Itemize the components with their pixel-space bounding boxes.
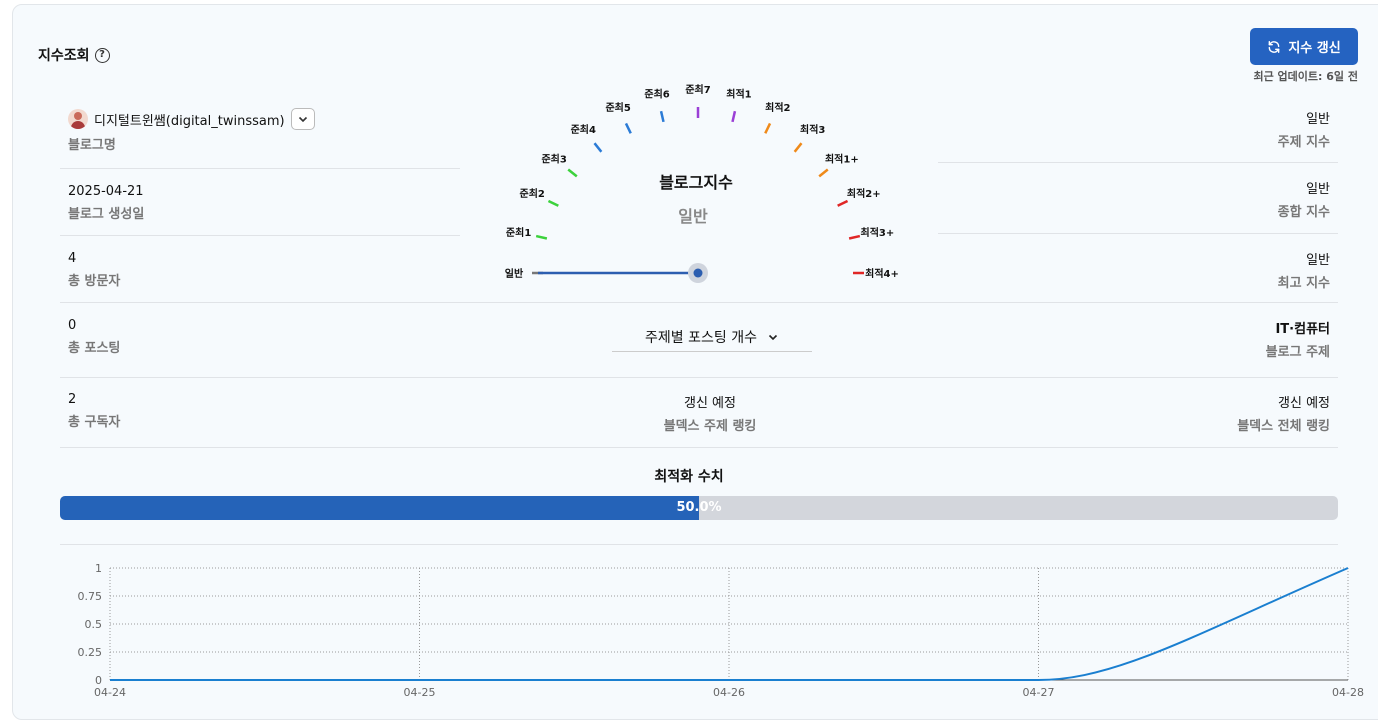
visitors-label: 총 방문자 [68,274,121,289]
gauge-hub [693,268,703,278]
x-tick-label: 04-24 [94,686,126,699]
visitors-value: 4 [68,251,77,266]
x-tick-label: 04-25 [404,686,436,699]
blog-name-label: 블로그명 [68,138,116,153]
gauge-tick [547,199,559,207]
gauge-level-label: 최적2+ [847,187,881,200]
divider [60,544,1338,545]
last-updated: 최근 업데이트: 6일 전 [1253,70,1358,83]
posts-value: 0 [68,318,77,333]
gauge-level-label: 최적3+ [861,226,895,239]
subscribers-stat: 2 총 구독자 [68,392,120,430]
overall-rank-label: 블덱스 전체 랭킹 [1237,419,1330,434]
blog-select-button[interactable] [290,108,315,130]
blog-topic-value: IT·컴퓨터 [1275,322,1330,337]
posts-stat: 0 총 포스팅 [68,318,120,356]
overall-rank-stat: 갱신 예정 블덱스 전체 랭킹 [1237,392,1330,434]
blog-name-stat: 디지털트윈쌤(digital_twinssam) 블로그명 [68,108,315,153]
topic-rank-stat: 갱신 예정 블덱스 주제 랭킹 [560,392,860,434]
max-index-value: 일반 [1306,253,1330,268]
posts-label: 총 포스팅 [68,341,121,356]
visitors-stat: 4 총 방문자 [68,251,120,289]
gauge-level-label: 준최2 [520,187,545,200]
gauge-level-label: 최적3 [800,123,825,136]
chevron-down-icon [768,334,778,340]
gauge-tick [837,199,849,207]
divider [60,168,460,169]
gauge-tick [593,142,603,153]
gauge-level-label: 준최4 [571,123,596,136]
gauge-tick [624,122,632,134]
x-tick-label: 04-28 [1332,686,1364,699]
divider [60,377,1338,378]
created-value: 2025-04-21 [68,184,144,199]
divider [938,162,1338,163]
total-index-label: 종합 지수 [1277,205,1330,220]
refresh-index-button[interactable]: 지수 갱신 [1250,28,1358,65]
max-index-stat: 일반 최고 지수 [1278,249,1330,291]
created-stat: 2025-04-21 블로그 생성일 [68,184,144,222]
gauge-tick [535,234,548,240]
gauge-level-label: 최적2 [765,101,790,114]
gauge-level-label: 최적1+ [825,152,859,165]
x-tick-label: 04-27 [1023,686,1055,699]
optimization-title: 최적화 수치 [654,469,724,485]
panel-header: 지수조회 ? [38,45,110,65]
refresh-icon [1268,40,1280,53]
gauge-value: 일반 [678,207,708,226]
topic-index-label: 주제 지수 [1277,135,1330,150]
created-label: 블로그 생성일 [68,207,145,222]
gauge-title: 블로그지수 [659,173,733,192]
optimization-progress-bar: 50.0% [60,496,1338,520]
gauge-level-label: 최적4+ [865,267,899,280]
y-tick-label: 0.75 [78,590,103,603]
gauge-tick [764,122,772,134]
gauge-level-label: 준최1 [506,226,531,239]
overall-rank-value: 갱신 예정 [1278,396,1330,411]
subscribers-value: 2 [68,392,77,407]
gauge-level-label: 일반 [505,267,524,280]
topic-index-value: 일반 [1306,112,1330,127]
blog-topic-stat: IT·컴퓨터 블로그 주제 [1266,318,1330,360]
refresh-button-label: 지수 갱신 [1288,41,1341,56]
y-tick-label: 1 [95,562,102,575]
total-index-stat: 일반 종합 지수 [1278,178,1330,220]
gauge-tick [793,142,803,153]
avatar [68,109,88,129]
gauge-level-label: 최적1 [726,88,751,101]
help-icon[interactable]: ? [94,47,110,63]
progress-label: 50.0% [676,500,722,515]
gauge-level-label: 준최7 [685,83,710,96]
blog-topic-label: 블로그 주제 [1265,345,1330,360]
divider [60,235,460,236]
gauge-tick [659,110,665,123]
gauge-tick [818,168,829,178]
gauge-tick [731,110,737,123]
topic-post-count-select[interactable]: 주제별 포스팅 개수 [612,322,812,352]
gauge-tick [567,168,578,178]
gauge-level-label: 준최6 [644,88,669,101]
max-index-label: 최고 지수 [1277,276,1330,291]
topic-rank-value: 갱신 예정 [684,396,736,411]
divider [60,302,1338,303]
page-title: 지수조회 [38,48,90,64]
y-tick-label: 0.5 [85,618,103,631]
gauge-tick [848,234,861,240]
topic-rank-label: 블덱스 주제 랭킹 [663,419,757,434]
gauge-level-label: 준최3 [541,152,566,165]
divider [60,447,1338,448]
subscribers-label: 총 구독자 [68,415,121,430]
gauge-level-label: 준최5 [605,101,630,114]
topic-select-label: 주제별 포스팅 개수 [645,329,757,346]
x-tick-label: 04-26 [713,686,745,699]
total-index-value: 일반 [1306,182,1330,197]
topic-index-stat: 일반 주제 지수 [1278,108,1330,150]
divider [938,233,1338,234]
blog-name-value: 디지털트윈쌤(digital_twinssam) [94,113,285,129]
index-history-chart: 00.250.50.75104-24 04-25 04-26 04-27 04-28 [78,562,1364,699]
chevron-down-icon [298,116,307,123]
y-tick-label: 0.25 [78,646,103,659]
blog-index-gauge: 블로그지수 일반 일반준최1준최2준최3준최4준최5준최6 준최7 최적1최적2최적… [505,83,899,283]
